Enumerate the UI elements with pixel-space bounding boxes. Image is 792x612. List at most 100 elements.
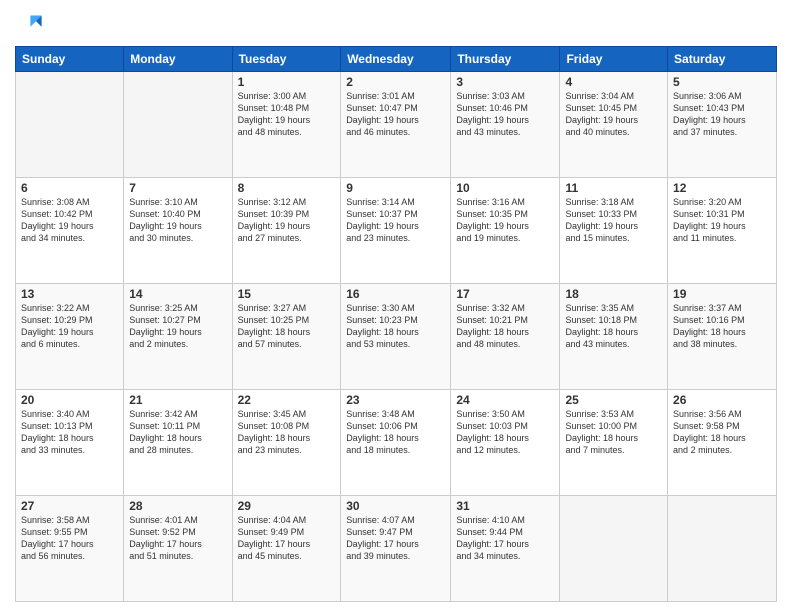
day-number: 1 bbox=[238, 75, 336, 89]
day-number: 12 bbox=[673, 181, 771, 195]
header-sunday: Sunday bbox=[16, 47, 124, 72]
day-number: 9 bbox=[346, 181, 445, 195]
day-detail: Sunrise: 3:40 AM Sunset: 10:13 PM Daylig… bbox=[21, 408, 118, 457]
day-number: 31 bbox=[456, 499, 554, 513]
calendar-cell: 27Sunrise: 3:58 AM Sunset: 9:55 PM Dayli… bbox=[16, 496, 124, 602]
day-detail: Sunrise: 3:06 AM Sunset: 10:43 PM Daylig… bbox=[673, 90, 771, 139]
calendar-cell: 1Sunrise: 3:00 AM Sunset: 10:48 PM Dayli… bbox=[232, 72, 341, 178]
week-row-1: 6Sunrise: 3:08 AM Sunset: 10:42 PM Dayli… bbox=[16, 178, 777, 284]
day-detail: Sunrise: 3:18 AM Sunset: 10:33 PM Daylig… bbox=[565, 196, 662, 245]
day-number: 26 bbox=[673, 393, 771, 407]
day-detail: Sunrise: 3:58 AM Sunset: 9:55 PM Dayligh… bbox=[21, 514, 118, 563]
day-detail: Sunrise: 3:30 AM Sunset: 10:23 PM Daylig… bbox=[346, 302, 445, 351]
calendar-cell: 2Sunrise: 3:01 AM Sunset: 10:47 PM Dayli… bbox=[341, 72, 451, 178]
logo-icon bbox=[15, 10, 43, 38]
day-detail: Sunrise: 3:10 AM Sunset: 10:40 PM Daylig… bbox=[129, 196, 226, 245]
calendar-cell: 16Sunrise: 3:30 AM Sunset: 10:23 PM Dayl… bbox=[341, 284, 451, 390]
calendar-cell: 21Sunrise: 3:42 AM Sunset: 10:11 PM Dayl… bbox=[124, 390, 232, 496]
header-tuesday: Tuesday bbox=[232, 47, 341, 72]
day-detail: Sunrise: 3:32 AM Sunset: 10:21 PM Daylig… bbox=[456, 302, 554, 351]
day-number: 20 bbox=[21, 393, 118, 407]
calendar-cell: 22Sunrise: 3:45 AM Sunset: 10:08 PM Dayl… bbox=[232, 390, 341, 496]
day-detail: Sunrise: 3:08 AM Sunset: 10:42 PM Daylig… bbox=[21, 196, 118, 245]
day-number: 25 bbox=[565, 393, 662, 407]
calendar-cell bbox=[668, 496, 777, 602]
day-number: 28 bbox=[129, 499, 226, 513]
calendar-cell: 23Sunrise: 3:48 AM Sunset: 10:06 PM Dayl… bbox=[341, 390, 451, 496]
week-row-3: 20Sunrise: 3:40 AM Sunset: 10:13 PM Dayl… bbox=[16, 390, 777, 496]
day-detail: Sunrise: 3:16 AM Sunset: 10:35 PM Daylig… bbox=[456, 196, 554, 245]
day-detail: Sunrise: 3:01 AM Sunset: 10:47 PM Daylig… bbox=[346, 90, 445, 139]
calendar-cell bbox=[124, 72, 232, 178]
day-number: 13 bbox=[21, 287, 118, 301]
day-number: 3 bbox=[456, 75, 554, 89]
day-detail: Sunrise: 3:22 AM Sunset: 10:29 PM Daylig… bbox=[21, 302, 118, 351]
day-number: 4 bbox=[565, 75, 662, 89]
day-number: 18 bbox=[565, 287, 662, 301]
header-wednesday: Wednesday bbox=[341, 47, 451, 72]
day-detail: Sunrise: 3:03 AM Sunset: 10:46 PM Daylig… bbox=[456, 90, 554, 139]
calendar-cell: 9Sunrise: 3:14 AM Sunset: 10:37 PM Dayli… bbox=[341, 178, 451, 284]
day-number: 8 bbox=[238, 181, 336, 195]
calendar-cell: 25Sunrise: 3:53 AM Sunset: 10:00 PM Dayl… bbox=[560, 390, 668, 496]
day-detail: Sunrise: 3:00 AM Sunset: 10:48 PM Daylig… bbox=[238, 90, 336, 139]
calendar-cell: 8Sunrise: 3:12 AM Sunset: 10:39 PM Dayli… bbox=[232, 178, 341, 284]
calendar-cell: 18Sunrise: 3:35 AM Sunset: 10:18 PM Dayl… bbox=[560, 284, 668, 390]
week-row-2: 13Sunrise: 3:22 AM Sunset: 10:29 PM Dayl… bbox=[16, 284, 777, 390]
day-number: 27 bbox=[21, 499, 118, 513]
calendar-cell: 14Sunrise: 3:25 AM Sunset: 10:27 PM Dayl… bbox=[124, 284, 232, 390]
day-number: 17 bbox=[456, 287, 554, 301]
day-detail: Sunrise: 3:20 AM Sunset: 10:31 PM Daylig… bbox=[673, 196, 771, 245]
day-detail: Sunrise: 3:27 AM Sunset: 10:25 PM Daylig… bbox=[238, 302, 336, 351]
calendar-cell: 12Sunrise: 3:20 AM Sunset: 10:31 PM Dayl… bbox=[668, 178, 777, 284]
day-detail: Sunrise: 4:01 AM Sunset: 9:52 PM Dayligh… bbox=[129, 514, 226, 563]
calendar-cell: 13Sunrise: 3:22 AM Sunset: 10:29 PM Dayl… bbox=[16, 284, 124, 390]
header-monday: Monday bbox=[124, 47, 232, 72]
calendar-cell: 19Sunrise: 3:37 AM Sunset: 10:16 PM Dayl… bbox=[668, 284, 777, 390]
calendar-cell: 11Sunrise: 3:18 AM Sunset: 10:33 PM Dayl… bbox=[560, 178, 668, 284]
week-row-4: 27Sunrise: 3:58 AM Sunset: 9:55 PM Dayli… bbox=[16, 496, 777, 602]
week-row-0: 1Sunrise: 3:00 AM Sunset: 10:48 PM Dayli… bbox=[16, 72, 777, 178]
header bbox=[15, 10, 777, 38]
calendar-cell: 5Sunrise: 3:06 AM Sunset: 10:43 PM Dayli… bbox=[668, 72, 777, 178]
calendar-header: SundayMondayTuesdayWednesdayThursdayFrid… bbox=[16, 47, 777, 72]
day-detail: Sunrise: 3:12 AM Sunset: 10:39 PM Daylig… bbox=[238, 196, 336, 245]
day-detail: Sunrise: 4:04 AM Sunset: 9:49 PM Dayligh… bbox=[238, 514, 336, 563]
day-detail: Sunrise: 3:42 AM Sunset: 10:11 PM Daylig… bbox=[129, 408, 226, 457]
header-thursday: Thursday bbox=[451, 47, 560, 72]
day-number: 16 bbox=[346, 287, 445, 301]
day-detail: Sunrise: 3:53 AM Sunset: 10:00 PM Daylig… bbox=[565, 408, 662, 457]
calendar-cell: 30Sunrise: 4:07 AM Sunset: 9:47 PM Dayli… bbox=[341, 496, 451, 602]
calendar-cell bbox=[560, 496, 668, 602]
day-detail: Sunrise: 3:25 AM Sunset: 10:27 PM Daylig… bbox=[129, 302, 226, 351]
day-number: 6 bbox=[21, 181, 118, 195]
calendar-cell: 10Sunrise: 3:16 AM Sunset: 10:35 PM Dayl… bbox=[451, 178, 560, 284]
day-number: 30 bbox=[346, 499, 445, 513]
calendar-cell: 26Sunrise: 3:56 AM Sunset: 9:58 PM Dayli… bbox=[668, 390, 777, 496]
calendar-cell: 29Sunrise: 4:04 AM Sunset: 9:49 PM Dayli… bbox=[232, 496, 341, 602]
calendar-cell: 6Sunrise: 3:08 AM Sunset: 10:42 PM Dayli… bbox=[16, 178, 124, 284]
day-number: 23 bbox=[346, 393, 445, 407]
header-row: SundayMondayTuesdayWednesdayThursdayFrid… bbox=[16, 47, 777, 72]
day-number: 15 bbox=[238, 287, 336, 301]
day-number: 14 bbox=[129, 287, 226, 301]
calendar-cell: 28Sunrise: 4:01 AM Sunset: 9:52 PM Dayli… bbox=[124, 496, 232, 602]
day-detail: Sunrise: 3:48 AM Sunset: 10:06 PM Daylig… bbox=[346, 408, 445, 457]
calendar-cell: 3Sunrise: 3:03 AM Sunset: 10:46 PM Dayli… bbox=[451, 72, 560, 178]
calendar-cell: 4Sunrise: 3:04 AM Sunset: 10:45 PM Dayli… bbox=[560, 72, 668, 178]
day-number: 5 bbox=[673, 75, 771, 89]
calendar-page: SundayMondayTuesdayWednesdayThursdayFrid… bbox=[0, 0, 792, 612]
calendar-table: SundayMondayTuesdayWednesdayThursdayFrid… bbox=[15, 46, 777, 602]
day-detail: Sunrise: 3:14 AM Sunset: 10:37 PM Daylig… bbox=[346, 196, 445, 245]
day-detail: Sunrise: 3:56 AM Sunset: 9:58 PM Dayligh… bbox=[673, 408, 771, 457]
day-number: 10 bbox=[456, 181, 554, 195]
day-number: 11 bbox=[565, 181, 662, 195]
day-detail: Sunrise: 3:50 AM Sunset: 10:03 PM Daylig… bbox=[456, 408, 554, 457]
calendar-cell bbox=[16, 72, 124, 178]
calendar-cell: 7Sunrise: 3:10 AM Sunset: 10:40 PM Dayli… bbox=[124, 178, 232, 284]
day-detail: Sunrise: 4:10 AM Sunset: 9:44 PM Dayligh… bbox=[456, 514, 554, 563]
day-detail: Sunrise: 3:37 AM Sunset: 10:16 PM Daylig… bbox=[673, 302, 771, 351]
calendar-cell: 17Sunrise: 3:32 AM Sunset: 10:21 PM Dayl… bbox=[451, 284, 560, 390]
day-number: 29 bbox=[238, 499, 336, 513]
day-detail: Sunrise: 4:07 AM Sunset: 9:47 PM Dayligh… bbox=[346, 514, 445, 563]
